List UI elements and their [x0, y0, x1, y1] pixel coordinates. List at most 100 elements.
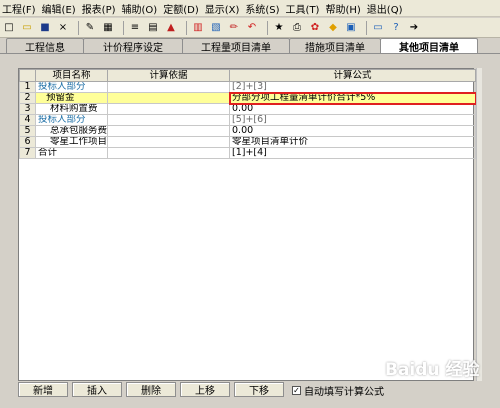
menu-item-8[interactable]: 帮助(H): [325, 1, 360, 16]
empty-cell: [36, 280, 108, 291]
table-row[interactable]: 4 投标人部分 [5]+[6]: [19, 114, 476, 126]
menu-item-0[interactable]: 工程(F): [2, 1, 36, 16]
header-item-name[interactable]: 项目名称: [35, 69, 108, 82]
calc-formula-cell[interactable]: [2]+[3]: [229, 81, 476, 93]
empty-cell: [108, 192, 230, 203]
pencil-icon[interactable]: ✏: [227, 21, 241, 35]
item-name-cell[interactable]: 总承包服务费: [35, 125, 108, 137]
table-row[interactable]: 5 总承包服务费 0.00: [19, 125, 476, 137]
table-row[interactable]: 6零星工作项目费 零星项目清单计价: [19, 136, 476, 148]
header-calc-formula[interactable]: 计算公式: [229, 69, 476, 82]
paste-icon[interactable]: ▤: [146, 21, 160, 35]
empty-cell: [230, 335, 476, 346]
table-icon[interactable]: ▣: [344, 21, 358, 35]
tab-3[interactable]: 措施项目清单: [289, 38, 381, 54]
help-icon[interactable]: ?: [389, 21, 403, 35]
item-name-cell[interactable]: 材料购置费: [35, 103, 108, 115]
table-row[interactable]: 1 投标人部分 [2]+[3]: [19, 81, 476, 93]
calc-formula-cell[interactable]: [5]+[6]: [229, 114, 476, 126]
calc-basis-cell[interactable]: [107, 125, 230, 137]
calc-icon[interactable]: ▦: [101, 21, 115, 35]
flag-icon[interactable]: ▲: [164, 21, 178, 35]
edit-icon[interactable]: ✎: [83, 21, 97, 35]
row-number-cell: 4: [19, 114, 36, 126]
auto-formula-option[interactable]: ✓ 自动填写计算公式: [292, 383, 384, 398]
star-icon[interactable]: ★: [272, 21, 286, 35]
report2-icon[interactable]: ▧: [209, 21, 223, 35]
calc-basis-cell[interactable]: [107, 114, 230, 126]
vertical-scrollbar[interactable]: [476, 68, 482, 381]
toolbar-separator: [186, 20, 187, 35]
indent-icon[interactable]: ≡: [128, 21, 142, 35]
calc-basis-cell[interactable]: [107, 103, 230, 115]
monitor-icon[interactable]: ▭: [371, 21, 385, 35]
empty-cell: [36, 170, 108, 181]
table-row[interactable]: 2 预留金 分部分项工程量清单计价合计*5%: [19, 91, 477, 105]
tab-2[interactable]: 工程量项目清单: [182, 38, 290, 54]
empty-cell: [20, 159, 36, 170]
calc-formula-cell[interactable]: 零星项目清单计价: [229, 136, 476, 148]
empty-cell: [230, 192, 476, 203]
header-calc-basis[interactable]: 计算依据: [107, 69, 230, 82]
add-button[interactable]: 新增: [18, 382, 68, 397]
calc-formula-cell[interactable]: 0.00: [229, 125, 476, 137]
empty-row: [20, 247, 476, 258]
tab-0[interactable]: 工程信息: [6, 38, 84, 54]
menu-item-9[interactable]: 退出(Q): [367, 1, 403, 16]
empty-row: [20, 225, 476, 236]
toolbar-separator: [267, 20, 268, 35]
empty-cell: [230, 225, 476, 236]
row-number-cell: 1: [19, 81, 36, 93]
tab-1[interactable]: 计价程序设定: [83, 38, 183, 54]
menu-item-7[interactable]: 工具(T): [286, 1, 320, 16]
save-icon[interactable]: ■: [38, 21, 52, 35]
empty-cell: [230, 302, 476, 313]
item-name-cell[interactable]: 投标人部分: [35, 114, 108, 126]
calc-formula-cell[interactable]: [1]+[4]: [229, 147, 476, 159]
tab-4[interactable]: 其他项目清单: [380, 38, 478, 54]
empty-cell: [36, 357, 108, 368]
item-name-cell[interactable]: 零星工作项目费: [35, 136, 108, 148]
item-name-cell[interactable]: 预留金: [35, 92, 108, 104]
gear-icon[interactable]: ✿: [308, 21, 322, 35]
swatch-icon[interactable]: ◆: [326, 21, 340, 35]
empty-cell: [36, 192, 108, 203]
menu-item-4[interactable]: 定额(D): [163, 1, 199, 16]
grid-table: 项目名称 计算依据 计算公式 1 投标人部分 [2]+[3] 2 预留金 分部分项工程量清…: [19, 69, 477, 401]
move-down-button[interactable]: 下移: [234, 382, 284, 397]
auto-formula-checkbox[interactable]: ✓: [292, 386, 301, 395]
menu-item-3[interactable]: 辅助(O): [122, 1, 158, 16]
forward-icon[interactable]: ➔: [407, 21, 421, 35]
menu-item-1[interactable]: 编辑(E): [42, 1, 76, 16]
table-row[interactable]: 3 材料购置费 0.00: [19, 103, 476, 115]
new-doc-icon[interactable]: □: [2, 21, 16, 35]
insert-button[interactable]: 插入: [72, 382, 122, 397]
menu-item-2[interactable]: 报表(P): [82, 1, 116, 16]
menu-item-6[interactable]: 系统(S): [245, 1, 279, 16]
item-name-cell[interactable]: 投标人部分: [35, 81, 108, 93]
open-folder-icon[interactable]: ▭: [20, 21, 34, 35]
empty-row: [20, 203, 476, 214]
row-number-cell: 2: [19, 92, 36, 104]
calc-formula-cell[interactable]: 0.00: [229, 103, 476, 115]
report-icon[interactable]: ▥: [191, 21, 205, 35]
calc-basis-cell[interactable]: [107, 147, 230, 159]
print-icon[interactable]: ⎙: [290, 21, 304, 35]
calc-formula-cell[interactable]: 分部分项工程量清单计价合计*5%: [228, 91, 477, 105]
empty-cell: [108, 368, 230, 379]
empty-row: [20, 324, 476, 335]
empty-row: [20, 269, 476, 280]
delete-button[interactable]: 删除: [126, 382, 176, 397]
table-row[interactable]: 7 合计 [1]+[4]: [19, 147, 476, 159]
calc-basis-cell[interactable]: [107, 81, 230, 93]
item-name-cell[interactable]: 合计: [35, 147, 108, 159]
close-icon[interactable]: ×: [56, 21, 70, 35]
undo-icon[interactable]: ↶: [245, 21, 259, 35]
empty-cell: [36, 225, 108, 236]
move-up-button[interactable]: 上移: [180, 382, 230, 397]
calc-basis-cell[interactable]: [107, 136, 230, 148]
row-number-cell: 3: [19, 103, 36, 115]
calc-basis-cell[interactable]: [107, 92, 230, 104]
menu-item-5[interactable]: 显示(X): [205, 1, 240, 16]
empty-cell: [20, 357, 36, 368]
